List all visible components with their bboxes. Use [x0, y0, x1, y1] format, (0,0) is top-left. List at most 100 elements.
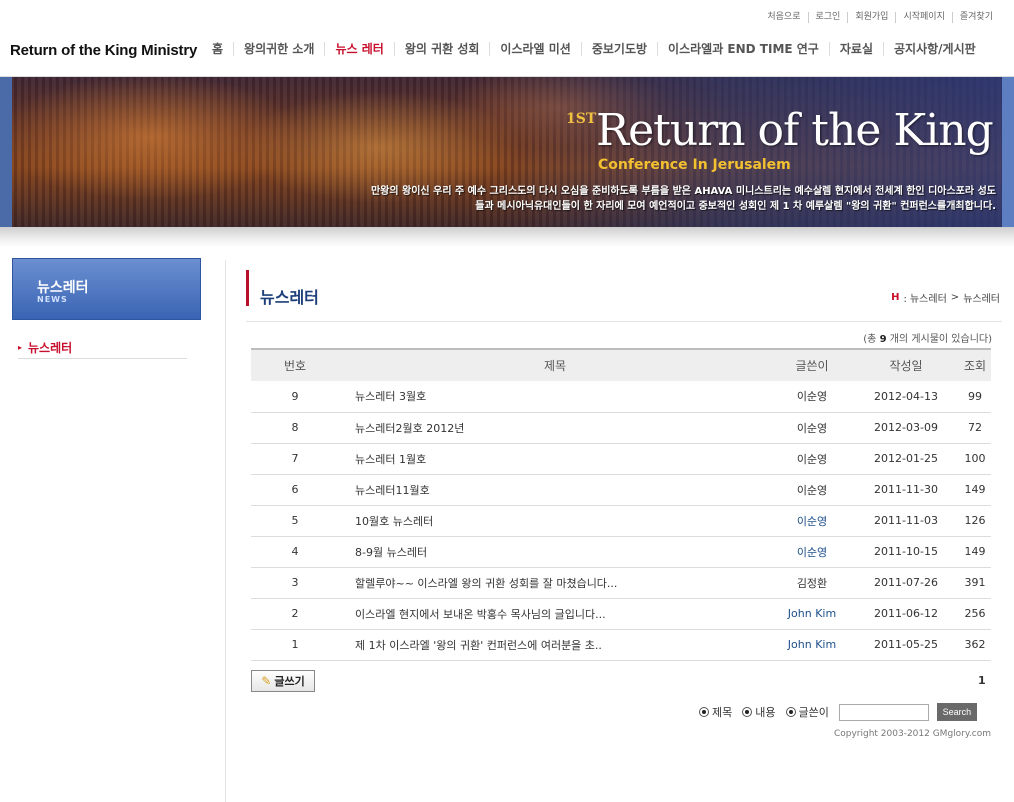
row-number: 4 — [291, 545, 299, 558]
row-date: 2011-07-26 — [874, 576, 938, 589]
row-views: 72 — [968, 421, 982, 434]
banner-desc-line-1: 만왕의 왕이신 우리 주 예수 그리스도의 다시 오심을 준비하도록 부름을 받… — [370, 186, 996, 197]
row-subject-link[interactable]: 뉴스레터 1월호 — [339, 443, 771, 474]
side-menu-item-newsletter[interactable]: ▸ 뉴스레터 — [18, 339, 187, 356]
col-header-views: 조회 — [963, 359, 987, 373]
write-button[interactable]: ✎ 글쓰기 — [251, 670, 315, 692]
table-row[interactable]: 4 8-9월 뉴스레터 이순영 2011-10-15 149 — [251, 536, 991, 567]
col-header-number: 번호 — [283, 359, 307, 373]
row-date: 2011-10-15 — [874, 545, 938, 558]
row-date: 2012-04-13 — [874, 389, 938, 403]
title-accent-bar — [246, 270, 249, 306]
table-row[interactable]: 9 뉴스레터 3월호 이순영 2012-04-13 99 — [251, 381, 991, 412]
side-title-en: NEWS — [37, 295, 68, 304]
row-date: 2012-03-09 — [874, 421, 938, 434]
row-views: 362 — [964, 638, 986, 651]
nav-conference[interactable]: 왕의 귀환 성회 — [393, 42, 490, 56]
row-date: 2011-11-30 — [874, 483, 938, 496]
row-number: 6 — [291, 483, 299, 496]
col-header-subject: 제목 — [543, 359, 567, 373]
row-author[interactable]: 이순영 — [771, 474, 853, 505]
banner-right-edge — [1002, 77, 1014, 227]
util-login-link[interactable]: 로그인 — [807, 12, 848, 23]
util-home-link[interactable]: 처음으로 — [760, 12, 807, 23]
row-subject-link[interactable]: 제 1차 이스라엘 '왕의 귀환' 컨퍼런스에 여러분을 초.. — [339, 629, 771, 660]
util-bookmark-link[interactable]: 즐겨찾기 — [951, 12, 1000, 23]
nav-library[interactable]: 자료실 — [828, 42, 883, 56]
search-input[interactable] — [838, 703, 929, 721]
post-count-suffix: 개의 게시물이 있습니다) — [889, 334, 992, 345]
search-button[interactable]: Search — [936, 703, 977, 721]
side-menu: ▸ 뉴스레터 — [18, 339, 187, 359]
pencil-icon: ✎ — [261, 674, 272, 688]
row-subject-link[interactable]: 8-9월 뉴스레터 — [339, 536, 771, 567]
search-option-content[interactable]: 내용 — [742, 704, 776, 720]
arrow-right-icon: ▸ — [18, 343, 23, 352]
row-subject-link[interactable]: 뉴스레터2월호 2012년 — [339, 412, 771, 443]
nav-israel-mission[interactable]: 이스라엘 미션 — [489, 42, 580, 56]
row-subject-link[interactable]: 10월호 뉴스레터 — [339, 505, 771, 536]
site-logo[interactable]: Return of the King Ministry — [10, 42, 197, 59]
banner-left-edge — [0, 77, 12, 227]
post-count-prefix: (총 — [863, 334, 877, 345]
breadcrumb-separator: > — [950, 292, 960, 303]
breadcrumb-level-2[interactable]: 뉴스레터 — [963, 290, 1000, 305]
board-table: 번호 제목 글쓴이 작성일 조회 9 뉴스레터 3월호 이순영 2012-04-13 9… — [251, 348, 991, 661]
banner-desc-line-2: 들과 메시아닉유대인들이 한 자리에 모여 예언적이고 중보적인 성회인 제 1… — [475, 201, 996, 212]
row-author[interactable]: 이순영 — [771, 505, 853, 536]
table-header-row: 번호 제목 글쓴이 작성일 조회 — [251, 349, 991, 381]
row-author[interactable]: John Kim — [771, 598, 853, 629]
nav-newsletter[interactable]: 뉴스 레터 — [324, 42, 393, 56]
row-author[interactable]: 이순영 — [771, 412, 853, 443]
table-row[interactable]: 7 뉴스레터 1월호 이순영 2012-01-25 100 — [251, 443, 991, 474]
row-author[interactable]: 김정환 — [771, 567, 853, 598]
table-row[interactable]: 1 제 1차 이스라엘 '왕의 귀환' 컨퍼런스에 여러분을 초.. John Ki… — [251, 629, 991, 660]
row-number: 9 — [291, 389, 299, 403]
banner-title: Return of the King — [596, 105, 994, 156]
side-menu-label: 뉴스레터 — [28, 341, 73, 355]
search-option-subject[interactable]: 제목 — [699, 704, 732, 720]
row-subject-link[interactable]: 이스라엘 현지에서 보내온 박홍수 목사님의 글입니다... — [339, 598, 771, 629]
row-number: 8 — [291, 421, 299, 434]
table-row[interactable]: 8 뉴스레터2월호 2012년 이순영 2012-03-09 72 — [251, 412, 991, 443]
table-row[interactable]: 2 이스라엘 현지에서 보내온 박홍수 목사님의 글입니다... John Kim 2… — [251, 598, 991, 629]
row-author[interactable]: 이순영 — [771, 536, 853, 567]
row-date: 2011-06-12 — [874, 607, 938, 620]
row-views: 149 — [964, 483, 986, 496]
radio-icon — [699, 707, 709, 717]
content-divider — [225, 260, 226, 802]
search-option-content-label: 내용 — [755, 706, 776, 719]
row-subject-link[interactable]: 뉴스레터 3월호 — [339, 381, 771, 412]
pagination-current-page[interactable]: 1 — [978, 674, 986, 687]
table-row[interactable]: 5 10월호 뉴스레터 이순영 2011-11-03 126 — [251, 505, 991, 536]
search-option-author-label: 글쓴이 — [798, 706, 829, 719]
breadcrumb-level-1[interactable]: : 뉴스레터 — [903, 290, 946, 305]
util-join-link[interactable]: 회원가입 — [847, 12, 895, 23]
row-author[interactable]: 이순영 — [771, 443, 853, 474]
table-row[interactable]: 6 뉴스레터11월호 이순영 2011-11-30 149 — [251, 474, 991, 505]
nav-prayer-room[interactable]: 중보기도방 — [580, 42, 657, 56]
row-number: 3 — [291, 576, 299, 589]
row-date: 2011-05-25 — [874, 638, 938, 651]
row-subject-link[interactable]: 뉴스레터11월호 — [339, 474, 771, 505]
row-author[interactable]: John Kim — [771, 629, 853, 660]
table-row[interactable]: 3 할렐루야~~ 이스라엘 왕의 귀환 성회를 잘 마쳤습니다... 김정환 2011… — [251, 567, 991, 598]
radio-icon — [742, 707, 753, 717]
search-option-author[interactable]: 글쓴이 — [785, 704, 829, 720]
banner-subtitle: Conference In Jerusalem — [598, 157, 791, 173]
row-subject-link[interactable]: 할렐루야~~ 이스라엘 왕의 귀환 성회를 잘 마쳤습니다... — [339, 567, 771, 598]
row-date: 2012-01-25 — [874, 452, 938, 465]
main-nav: 홈 왕의귀한 소개 뉴스 레터 왕의 귀환 성회 이스라엘 미션 중보기도방 이… — [206, 42, 986, 56]
banner-shadow — [0, 227, 1014, 247]
row-author[interactable]: 이순영 — [771, 381, 853, 412]
nav-notice-board[interactable]: 공지사항/게시판 — [882, 42, 986, 56]
row-number: 2 — [291, 607, 299, 620]
col-header-date: 작성일 — [889, 359, 923, 373]
util-startpage-link[interactable]: 시작페이지 — [895, 12, 951, 23]
row-views: 391 — [964, 576, 986, 589]
nav-about[interactable]: 왕의귀한 소개 — [233, 42, 324, 56]
side-section-title: 뉴스레터 NEWS — [12, 258, 201, 320]
nav-home[interactable]: 홈 — [206, 42, 233, 56]
nav-endtime-study[interactable]: 이스라엘과 END TIME 연구 — [657, 42, 829, 56]
hero-banner: 1ST Return of the King Conference In Jer… — [0, 77, 1014, 227]
